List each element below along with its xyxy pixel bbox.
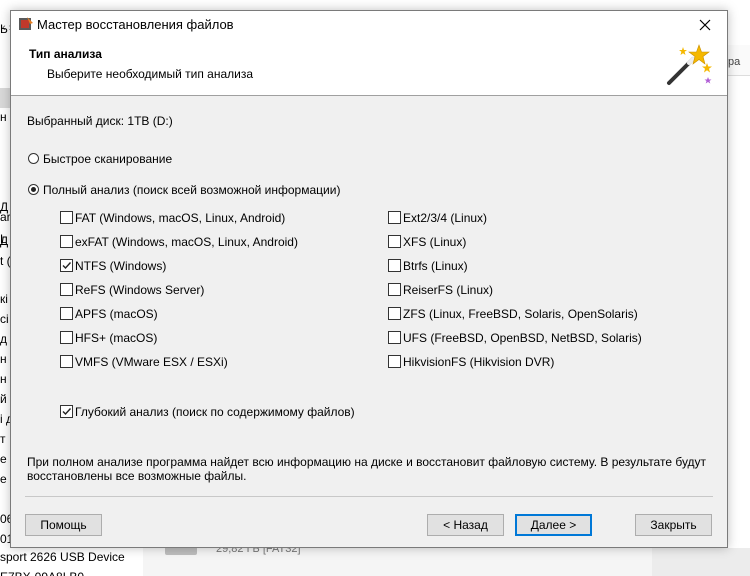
background-text-fragment: кі xyxy=(0,292,8,306)
checkmark-icon xyxy=(62,262,72,270)
background-text-fragment: н xyxy=(0,352,7,366)
wizard-header: Тип анализа Выберите необходимый тип ана… xyxy=(11,39,727,96)
background-gray-panel xyxy=(652,548,750,576)
close-dialog-button[interactable]: Закрыть xyxy=(635,514,712,536)
background-text-fragment: д xyxy=(0,332,8,346)
filesystem-checkbox[interactable] xyxy=(388,307,401,320)
info-text-line1: При полном анализе программа найдет всю … xyxy=(27,455,707,469)
background-text-fragment: т xyxy=(0,432,6,446)
filesystem-label[interactable]: exFAT (Windows, macOS, Linux, Android) xyxy=(75,235,298,249)
close-button[interactable] xyxy=(683,11,727,39)
filesystem-checkbox[interactable] xyxy=(388,283,401,296)
background-text-fragment: е xyxy=(0,452,7,466)
close-icon xyxy=(699,19,711,31)
background-text-fragment: н xyxy=(0,372,7,386)
filesystem-checkbox[interactable] xyxy=(388,355,401,368)
filesystem-checkbox[interactable] xyxy=(60,283,73,296)
deep-analysis-label[interactable]: Глубокий анализ (поиск по содержимому фа… xyxy=(75,405,355,419)
filesystem-checkbox[interactable] xyxy=(388,235,401,248)
filesystem-label[interactable]: XFS (Linux) xyxy=(403,235,466,249)
filesystem-label[interactable]: Ext2/3/4 (Linux) xyxy=(403,211,487,225)
selected-disk-label: Выбранный диск: 1TB (D:) xyxy=(27,114,173,128)
filesystem-label[interactable]: NTFS (Windows) xyxy=(75,259,166,273)
filesystem-checkbox[interactable] xyxy=(60,307,73,320)
filesystem-label[interactable]: HFS+ (macOS) xyxy=(75,331,157,345)
page-title: Тип анализа xyxy=(29,47,102,61)
filesystem-checkbox[interactable] xyxy=(60,211,73,224)
divider xyxy=(25,496,713,497)
filesystem-checkbox[interactable] xyxy=(388,211,401,224)
full-analysis-radio[interactable] xyxy=(28,184,39,195)
filesystem-label[interactable]: ReFS (Windows Server) xyxy=(75,283,204,297)
filesystem-label[interactable]: UFS (FreeBSD, OpenBSD, NetBSD, Solaris) xyxy=(403,331,642,345)
help-button[interactable]: Помощь xyxy=(25,514,102,536)
info-text-line2: восстановлены все возможные файлы. xyxy=(27,469,247,483)
filesystem-checkbox[interactable] xyxy=(60,235,73,248)
background-text-fragment: н xyxy=(0,110,7,124)
quick-scan-label[interactable]: Быстрое сканирование xyxy=(43,152,172,166)
filesystem-label[interactable]: APFS (macOS) xyxy=(75,307,158,321)
filesystem-label[interactable]: VMFS (VMware ESX / ESXi) xyxy=(75,355,228,369)
background-text-fragment: sport 2626 USB Device xyxy=(0,550,125,564)
filesystem-label[interactable]: ReiserFS (Linux) xyxy=(403,283,493,297)
checkmark-icon xyxy=(62,408,72,416)
background-text-fragment: E7BX-09A8LB0 xyxy=(0,570,84,576)
next-button[interactable]: Далее > xyxy=(515,514,592,536)
window-title: Мастер восстановления файлов xyxy=(37,17,234,32)
filesystem-label[interactable]: FAT (Windows, macOS, Linux, Android) xyxy=(75,211,285,225)
wizard-body: Выбранный диск: 1TB (D:) Быстрое сканиро… xyxy=(11,96,727,547)
filesystem-checkbox[interactable] xyxy=(60,331,73,344)
page-subtitle: Выберите необходимый тип анализа xyxy=(47,67,254,81)
app-icon xyxy=(19,17,33,30)
background-text-fragment: ci xyxy=(0,312,9,326)
recovery-wizard-dialog: Мастер восстановления файлов Тип анализа… xyxy=(10,10,728,548)
filesystem-checkbox[interactable] xyxy=(60,355,73,368)
filesystem-label[interactable]: ZFS (Linux, FreeBSD, Solaris, OpenSolari… xyxy=(403,307,638,321)
filesystem-label[interactable]: HikvisionFS (Hikvision DVR) xyxy=(403,355,554,369)
full-analysis-label[interactable]: Полный анализ (поиск всей возможной инфо… xyxy=(43,183,340,197)
background-right-text: ра xyxy=(728,56,741,68)
magic-wand-icon xyxy=(667,44,712,85)
deep-analysis-checkbox[interactable] xyxy=(60,405,73,418)
background-text-fragment: Ь xyxy=(0,22,8,36)
title-bar[interactable]: Мастер восстановления файлов xyxy=(11,11,727,39)
filesystem-checkbox[interactable] xyxy=(388,259,401,272)
background-text-fragment: e xyxy=(0,472,7,486)
filesystem-checkbox[interactable] xyxy=(60,259,73,272)
filesystem-label[interactable]: Btrfs (Linux) xyxy=(403,259,468,273)
filesystem-checkbox[interactable] xyxy=(388,331,401,344)
quick-scan-radio[interactable] xyxy=(28,153,39,164)
back-button[interactable]: < Назад xyxy=(427,514,504,536)
